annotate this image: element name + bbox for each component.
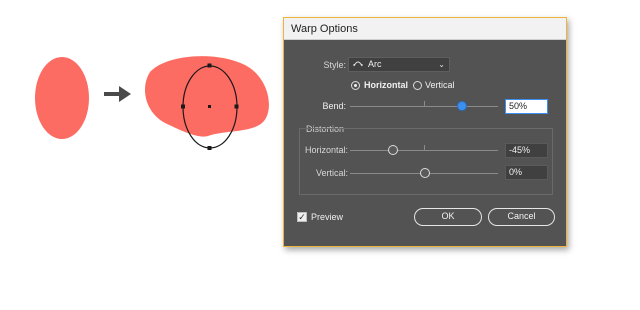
- vertical-radio-label[interactable]: Vertical: [425, 80, 455, 90]
- anchor-point: [207, 63, 212, 68]
- preview-label[interactable]: Preview: [311, 212, 343, 222]
- cancel-button[interactable]: Cancel: [488, 208, 555, 226]
- style-select[interactable]: Arc ⌄: [348, 57, 450, 72]
- chevron-down-icon: ⌄: [438, 60, 445, 69]
- distortion-horizontal-slider-track[interactable]: [350, 150, 498, 151]
- horizontal-radio-label[interactable]: Horizontal: [364, 80, 408, 90]
- distortion-vertical-label: Vertical:: [315, 168, 348, 178]
- style-label: Style:: [323, 60, 346, 70]
- warped-shape[interactable]: [145, 56, 269, 137]
- anchor-point: [207, 146, 212, 150]
- distortion-group: [299, 128, 553, 195]
- bend-label: Bend:: [322, 101, 346, 111]
- distortion-horizontal-input[interactable]: -45%: [505, 143, 548, 158]
- distortion-horizontal-label: Horizontal:: [304, 145, 348, 155]
- distortion-horizontal-center-tick: [424, 145, 425, 150]
- center-point: [208, 105, 211, 108]
- dialog-title: Warp Options: [284, 18, 566, 40]
- bend-input[interactable]: 50%: [505, 99, 548, 114]
- distortion-vertical-input[interactable]: 0%: [505, 165, 548, 180]
- distortion-vertical-slider-thumb[interactable]: [420, 168, 430, 178]
- original-ellipse-shape[interactable]: [35, 57, 89, 139]
- bend-slider-thumb[interactable]: [457, 101, 467, 111]
- vertical-radio[interactable]: [413, 81, 422, 90]
- preview-checkbox[interactable]: ✓: [297, 212, 307, 222]
- bend-slider-center-tick: [424, 101, 425, 106]
- artwork-area: [0, 0, 285, 310]
- bend-slider-track[interactable]: [350, 106, 498, 107]
- artwork-canvas: [35, 56, 269, 150]
- arc-icon: [353, 58, 363, 71]
- horizontal-radio[interactable]: [351, 81, 360, 90]
- warp-options-dialog: Warp Options Style: Arc ⌄ Horizontal Ver…: [283, 17, 567, 247]
- anchor-point: [181, 104, 185, 109]
- ok-button[interactable]: OK: [414, 208, 482, 226]
- right-arrow-icon: [104, 86, 131, 102]
- anchor-point: [234, 104, 239, 109]
- style-value: Arc: [368, 59, 382, 69]
- distortion-horizontal-slider-thumb[interactable]: [388, 145, 398, 155]
